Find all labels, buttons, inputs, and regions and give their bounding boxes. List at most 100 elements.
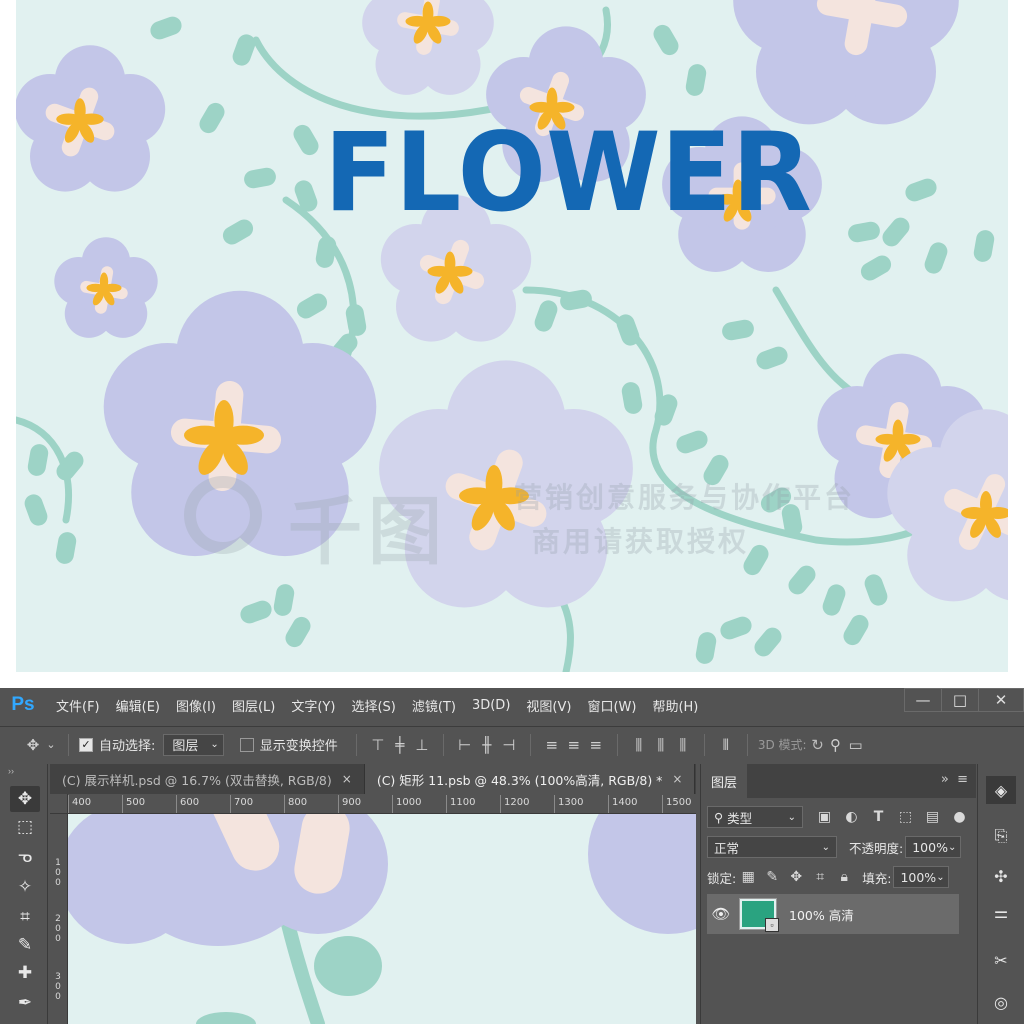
layers-panel-header: 图层 » ≡ (701, 764, 976, 798)
brush-tool-icon[interactable]: ✒ (10, 990, 40, 1016)
ruler-label: 1300 (558, 797, 584, 808)
chevron-down-icon: ⌄ (936, 871, 945, 883)
distribute-vcenter-icon[interactable]: ≡ (563, 736, 585, 754)
filter-type-icon[interactable]: T (865, 809, 892, 825)
menu-file[interactable]: 文件(F) (48, 696, 108, 715)
menu-bar: Ps 文件(F) 编辑(E) 图像(I) 图层(L) 文字(Y) 选择(S) 滤… (0, 688, 1024, 722)
distribute-left-icon[interactable]: ⫼ (628, 736, 650, 754)
menu-help[interactable]: 帮助(H) (644, 696, 706, 715)
filter-adjustment-icon[interactable]: ◐ (838, 809, 865, 825)
adjustments-icon[interactable]: ⚌ (986, 898, 1016, 926)
tools-presets-icon[interactable]: ✂ (986, 946, 1016, 974)
lock-position-icon[interactable]: ✥ (784, 869, 808, 885)
eye-icon[interactable]: 👁︎ (707, 905, 735, 923)
minimize-button[interactable]: — (904, 688, 942, 712)
auto-select-checkbox[interactable]: ✓ (79, 737, 93, 752)
move-tool-icon[interactable]: ✥ (10, 786, 40, 812)
align-bottom-icon[interactable]: ⊥ (411, 736, 433, 754)
lock-image-icon[interactable]: ✎ (760, 869, 784, 885)
eyedropper-tool-icon[interactable]: ✎ (10, 932, 40, 958)
search-icon[interactable]: ⚲ (825, 736, 847, 754)
auto-select-target-select[interactable]: 图层 ⌄ (163, 733, 224, 756)
toolbar-grip-icon[interactable]: ›› (8, 766, 14, 776)
menu-layer[interactable]: 图层(L) (224, 696, 283, 715)
lock-transparent-icon[interactable]: ▦ (736, 869, 760, 885)
menu-type[interactable]: 文字(Y) (283, 696, 343, 715)
distribute-top-icon[interactable]: ≡ (541, 736, 563, 754)
opacity-input[interactable]: 100% ⌄ (905, 836, 962, 858)
chevron-down-icon: ⌄ (947, 841, 957, 853)
auto-align-icon[interactable]: ⫴ (715, 736, 737, 754)
layers-panel-icon[interactable]: ◈ (986, 776, 1016, 804)
fill-input[interactable]: 100% ⌄ (893, 866, 950, 888)
divider (746, 733, 748, 756)
tab-showcase-mockup[interactable]: (C) 展示样机.psd @ 16.7% (双击替换, RGB/8) × (50, 764, 365, 794)
history-icon[interactable]: ⎘ (986, 822, 1016, 850)
brush-settings-icon[interactable]: ✣ (986, 862, 1016, 890)
layer-name[interactable]: 100% 高清 (789, 905, 854, 924)
show-transform-checkbox[interactable] (239, 737, 254, 752)
filter-pixel-icon[interactable]: ▣ (811, 809, 838, 825)
layer-filter-value: 类型 (727, 810, 753, 826)
distribute-right-icon[interactable]: ⫼ (672, 736, 694, 754)
layer-row[interactable]: 👁︎ ▫ 100% 高清 (707, 894, 959, 934)
align-right-icon[interactable]: ⊣ (498, 736, 520, 754)
ruler-tick (230, 795, 231, 813)
close-icon[interactable]: × (672, 772, 682, 786)
filter-shape-icon[interactable]: ⬚ (892, 809, 919, 825)
lasso-tool-icon[interactable]: ᓀ (10, 844, 40, 870)
floral-pattern (16, 0, 1008, 672)
panel-menu-icon[interactable]: » ≡ (941, 772, 968, 787)
maximize-button[interactable]: □ (941, 688, 979, 712)
watermark-logo-text: 千图 (288, 489, 448, 575)
ruler-corner[interactable] (50, 794, 68, 814)
move-tool-icon[interactable]: ✥ (22, 736, 44, 754)
tab-layers[interactable]: 图层 (701, 764, 748, 798)
ruler-label: 900 (342, 797, 362, 808)
filter-smart-object-icon[interactable]: ▤ (919, 809, 946, 825)
tab-rectangle-11[interactable]: (C) 矩形 11.psb @ 48.3% (100%高清, RGB/8) * … (364, 764, 696, 794)
menu-filter[interactable]: 滤镜(T) (404, 696, 464, 715)
align-hcenter-icon[interactable]: ╫ (476, 736, 498, 754)
workspace-icon[interactable]: ▭ (847, 736, 865, 754)
ruler-tick (554, 795, 555, 813)
align-vcenter-icon[interactable]: ╪ (389, 736, 411, 754)
document-canvas[interactable] (68, 814, 696, 1024)
swatches-icon[interactable]: ◎ (986, 988, 1016, 1016)
crop-tool-icon[interactable]: ⌗ (10, 904, 40, 930)
ruler-tick (176, 795, 177, 813)
menu-select[interactable]: 选择(S) (343, 696, 403, 715)
blend-mode-value: 正常 (714, 840, 740, 856)
divider (529, 733, 531, 756)
lock-fill-row: 锁定: ▦ ✎ ✥ ⌗ 🔒︎ 填充: 100% ⌄ (701, 862, 977, 892)
watermark-text-line1: 营销创意服务与协作平台 (514, 482, 856, 513)
divider (616, 733, 618, 756)
lock-all-icon[interactable]: 🔒︎ (832, 869, 856, 885)
menu-view[interactable]: 视图(V) (518, 696, 579, 715)
healing-brush-tool-icon[interactable]: ✚ (10, 960, 40, 986)
align-left-icon[interactable]: ⊢ (454, 736, 476, 754)
ruler-label: 1100 (450, 797, 476, 808)
menu-3d[interactable]: 3D(D) (464, 698, 518, 713)
horizontal-ruler[interactable]: 400 500 600 700 800 900 1000 1100 1200 1… (68, 794, 696, 814)
menu-window[interactable]: 窗口(W) (579, 696, 644, 715)
marquee-tool-icon[interactable]: ⬚ (10, 814, 40, 840)
close-icon[interactable]: × (342, 772, 352, 786)
vertical-ruler[interactable]: 100 200 300 (50, 814, 68, 1024)
blend-mode-select[interactable]: 正常 ⌄ (707, 836, 837, 858)
magic-wand-tool-icon[interactable]: ✧ (10, 874, 40, 900)
menu-edit[interactable]: 编辑(E) (108, 696, 168, 715)
ruler-tick (68, 795, 69, 813)
distribute-hcenter-icon[interactable]: ⫼ (650, 736, 672, 754)
ruler-label: 600 (180, 797, 200, 808)
filter-toggle-icon[interactable]: ● (946, 809, 973, 825)
distribute-bottom-icon[interactable]: ≡ (585, 736, 607, 754)
align-top-icon[interactable]: ⊤ (367, 736, 389, 754)
lock-artboard-icon[interactable]: ⌗ (808, 869, 832, 885)
document-tabs: (C) 展示样机.psd @ 16.7% (双击替换, RGB/8) × (C)… (50, 764, 696, 794)
layer-filter-select[interactable]: ⚲ 类型 ⌄ (707, 806, 803, 828)
close-button[interactable]: ✕ (978, 688, 1024, 712)
tool-preset-dropdown-icon[interactable]: ⌄ (44, 738, 58, 751)
photoshop-logo: Ps (11, 694, 35, 715)
menu-image[interactable]: 图像(I) (168, 696, 224, 715)
